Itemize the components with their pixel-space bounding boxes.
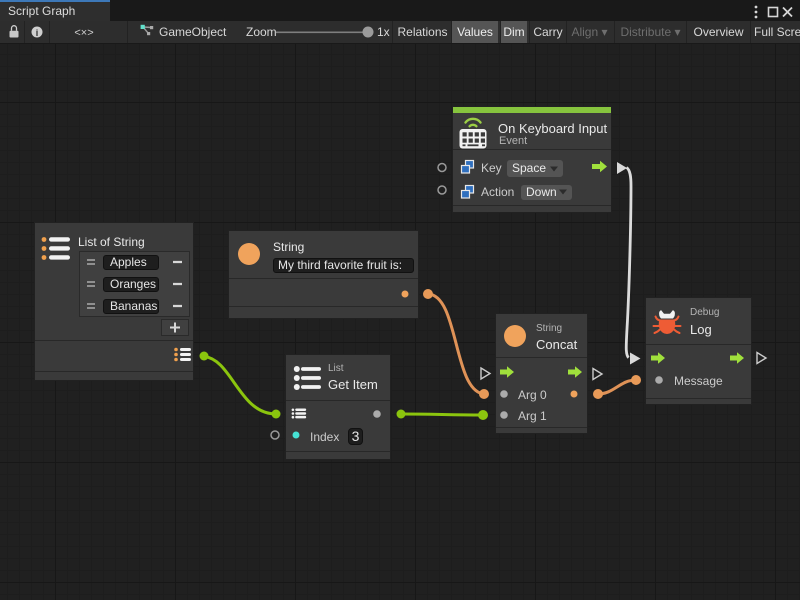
- svg-text:<×>: <×>: [74, 27, 93, 39]
- svg-text:i: i: [36, 28, 39, 38]
